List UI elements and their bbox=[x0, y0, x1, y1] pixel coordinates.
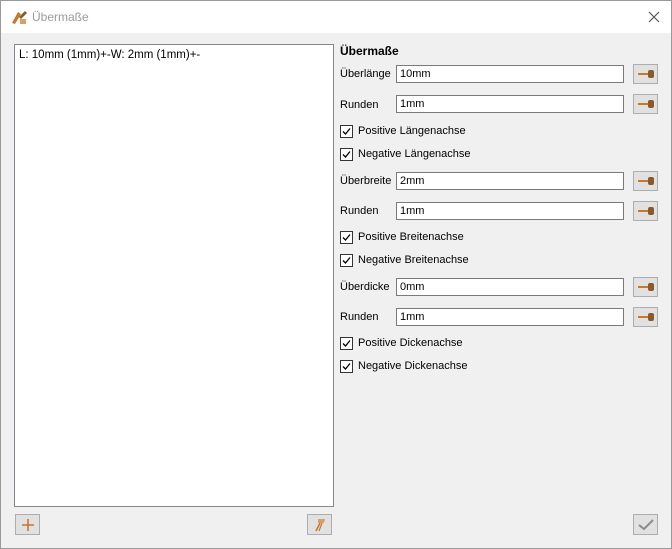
plus-icon bbox=[21, 518, 34, 531]
check-icon bbox=[342, 127, 351, 135]
check-icon bbox=[342, 233, 351, 241]
thickness-measure-button[interactable] bbox=[633, 277, 658, 297]
measure-icon bbox=[637, 313, 654, 321]
check-icon bbox=[342, 362, 351, 370]
measure-icon bbox=[637, 70, 654, 78]
width-input[interactable] bbox=[396, 172, 624, 190]
checkbox[interactable] bbox=[340, 336, 353, 350]
pos-thickness-check[interactable]: Positive Dickenachse bbox=[340, 336, 463, 350]
width-measure-button[interactable] bbox=[633, 171, 658, 191]
close-icon bbox=[648, 11, 660, 23]
oversize-list[interactable]: L: 10mm (1mm)+-W: 2mm (1mm)+- bbox=[14, 44, 334, 507]
pos-length-check[interactable]: Positive Längenachse bbox=[340, 124, 466, 138]
measure-icon bbox=[637, 177, 654, 185]
app-icon bbox=[10, 9, 28, 25]
neg-length-check[interactable]: Negative Längenachse bbox=[340, 147, 471, 161]
check-icon bbox=[342, 339, 351, 347]
check-label: Positive Dickenachse bbox=[358, 337, 463, 349]
width-round-measure-button[interactable] bbox=[633, 201, 658, 221]
checkbox[interactable] bbox=[340, 359, 353, 373]
thickness-input[interactable] bbox=[396, 278, 624, 296]
thickness-round-input[interactable] bbox=[396, 308, 624, 326]
measure-icon bbox=[637, 100, 654, 108]
thickness-round-measure-button[interactable] bbox=[633, 307, 658, 327]
check-label: Positive Breitenachse bbox=[358, 231, 464, 243]
dialog-window: Übermaße L: 10mm (1mm)+-W: 2mm (1mm)+- Ü… bbox=[0, 0, 672, 549]
panel-title: Übermaße bbox=[340, 44, 399, 58]
close-button[interactable] bbox=[641, 5, 667, 29]
length-label: Überlänge bbox=[340, 68, 391, 80]
title-bar: Übermaße bbox=[1, 1, 671, 33]
check-label: Negative Dickenachse bbox=[358, 360, 468, 372]
neg-thickness-check[interactable]: Negative Dickenachse bbox=[340, 359, 467, 373]
check-icon bbox=[342, 150, 351, 158]
eraser-icon bbox=[314, 518, 325, 531]
length-round-label: Runden bbox=[340, 99, 379, 111]
checkbox[interactable] bbox=[340, 253, 353, 267]
delete-button[interactable] bbox=[307, 514, 332, 535]
check-label: Negative Längenachse bbox=[358, 148, 471, 160]
pos-width-check[interactable]: Positive Breitenachse bbox=[340, 230, 464, 244]
thickness-round-label: Runden bbox=[340, 311, 379, 323]
width-round-label: Runden bbox=[340, 205, 379, 217]
thickness-label: Überdicke bbox=[340, 281, 390, 293]
width-label: Überbreite bbox=[340, 175, 392, 187]
length-round-input[interactable] bbox=[396, 95, 624, 113]
length-measure-button[interactable] bbox=[633, 64, 658, 84]
checkbox[interactable] bbox=[340, 147, 353, 161]
list-item[interactable]: L: 10mm (1mm)+-W: 2mm (1mm)+- bbox=[19, 49, 200, 61]
width-round-input[interactable] bbox=[396, 202, 624, 220]
checkbox[interactable] bbox=[340, 230, 353, 244]
measure-icon bbox=[637, 283, 654, 291]
add-button[interactable] bbox=[15, 514, 40, 535]
checkbox[interactable] bbox=[340, 124, 353, 138]
measure-icon bbox=[637, 207, 654, 215]
check-icon bbox=[342, 256, 351, 264]
checkmark-icon bbox=[637, 518, 654, 530]
neg-width-check[interactable]: Negative Breitenachse bbox=[340, 253, 469, 267]
window-title: Übermaße bbox=[32, 10, 89, 24]
length-input[interactable] bbox=[396, 65, 624, 83]
length-round-measure-button[interactable] bbox=[633, 94, 658, 114]
check-label: Negative Breitenachse bbox=[358, 254, 469, 266]
ok-button[interactable] bbox=[633, 514, 658, 535]
check-label: Positive Längenachse bbox=[358, 125, 466, 137]
